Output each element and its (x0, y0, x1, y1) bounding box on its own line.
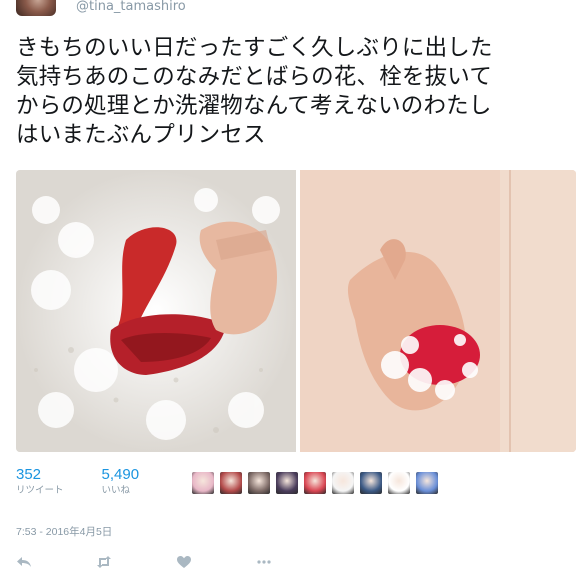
retweet-stat[interactable]: 352 リツイート (16, 466, 64, 498)
tweet-stats: 352 リツイート 5,490 いいね (16, 466, 139, 498)
liker-avatar[interactable] (388, 472, 410, 494)
reply-button[interactable] (16, 553, 96, 571)
like-label: いいね (101, 485, 131, 496)
reply-icon (17, 557, 31, 567)
like-stat[interactable]: 5,490 いいね (102, 466, 140, 498)
media-grid (16, 170, 576, 452)
like-icon (177, 556, 191, 568)
avatar[interactable] (16, 0, 56, 16)
tweet-text-line: 気持ちあのこのなみだとばらの花、栓を抜いて (16, 64, 493, 90)
tweet-text-line: はいまたぶんプリンセス (16, 122, 266, 148)
tweet-timestamp[interactable]: 7:53 - 2016年4月5日 (16, 524, 112, 539)
liker-avatar[interactable] (248, 472, 270, 494)
retweet-icon (97, 556, 111, 568)
liker-avatar[interactable] (332, 472, 354, 494)
like-count: 5,490 (101, 466, 140, 483)
media-photo-bath-shoe[interactable] (16, 170, 296, 452)
photo-bath-shoe-image (16, 170, 296, 452)
tweet-text-line: きもちのいい日だったすごく久しぶりに出した (16, 35, 493, 61)
tweet-actions (16, 553, 336, 571)
liker-avatar[interactable] (192, 472, 214, 494)
like-button[interactable] (176, 553, 256, 571)
tweet-text-line: からの処理とか洗濯物なんて考えないのわたし (16, 93, 492, 119)
liker-avatar[interactable] (276, 472, 298, 494)
user-handle[interactable]: @tina_tamashiro (76, 0, 186, 13)
liker-avatar[interactable] (360, 472, 382, 494)
liker-avatar[interactable] (416, 472, 438, 494)
photo-bath-hand-image (300, 170, 576, 452)
retweet-label: リツイート (16, 485, 64, 496)
retweet-count: 352 (16, 466, 42, 483)
tweet-text: きもちのいい日だったすごく久しぶりに出した 気持ちあのこのなみだとばらの花、栓を… (16, 34, 576, 150)
liker-avatars (192, 472, 438, 494)
more-icon (257, 560, 271, 564)
more-button[interactable] (256, 553, 336, 571)
liker-avatar[interactable] (304, 472, 326, 494)
media-photo-bath-hand[interactable] (300, 170, 576, 452)
retweet-button[interactable] (96, 553, 176, 571)
liker-avatar[interactable] (220, 472, 242, 494)
